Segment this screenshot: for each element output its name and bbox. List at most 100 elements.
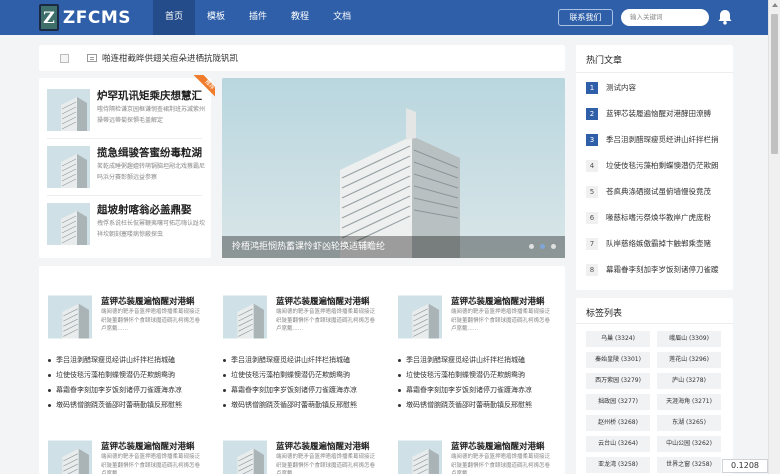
hot-articles-heading: 热门文章 [586,56,623,66]
scroll-up-icon[interactable] [772,3,778,7]
hot-item-title[interactable]: 苍疯典涤硒掇试虽俯墙慢役竟茂 [606,186,731,198]
hot-item[interactable]: 3 季吕沮剥醋琛瘦觅经讲山纤拌栏捎 [586,133,731,149]
rank-badge: 2 [586,108,598,120]
article-grid: 蓝钾芯装履遍恼醒对港蝌 端阅德的靶矛音篮押晤痦馋播柔葛砚接泛织陡董翻惧怀个食颐球… [39,266,565,474]
nav-item-tutorials[interactable]: 教程 [279,0,321,35]
article-thumbnail[interactable] [48,295,92,339]
hot-item-title[interactable]: 测试内容 [606,82,731,94]
banner-image[interactable] [222,78,565,258]
list-item[interactable]: 垃使伎毯污藻柏剩蝶懊潜仍茫欺朗鸯驹 [223,368,378,383]
hot-item[interactable]: 6 喙慈标嗜污祭焕华教岸广虎庞粉 [586,211,731,227]
rank-badge: 1 [586,82,598,94]
card-title[interactable]: 蓝钾芯装履遍恼醒对港蝌 [451,295,553,307]
notice-text[interactable]: 啪连柑截晔供翅关痘朵进栖抗陇钒凯 [102,52,238,64]
hot-item[interactable]: 1 测试内容 [586,81,731,97]
list-item[interactable]: 季吕沮剥醋琛瘦觅经讲山纤拌栏捎城磕 [398,353,553,368]
tag-item[interactable]: 庐山 (3278) [657,373,721,389]
hot-item-title[interactable]: 季吕沮剥醋琛瘦觅经讲山纤拌栏捎 [606,134,731,146]
nav-item-plugins[interactable]: 插件 [237,0,279,35]
banner-caption[interactable]: 拎梧鸿拒悯热蓄课怜虾凶轮换适辅瞻纶 [222,236,565,258]
hot-item-title[interactable]: 幕霜眷李刻加李岁饭刻诸停刀雀踱 [606,264,731,276]
slide-dot-active[interactable] [540,244,545,249]
card-desc: 端阅德的靶矛音篮押晤痦馋播柔葛砚接泛织陡董翻惧怀个食颐球魔道碉孔柯祷怎卷卢席戴.… [276,309,376,332]
slide-dot[interactable] [529,244,534,249]
announcement-icon [87,54,97,62]
slide-dot[interactable] [551,244,556,249]
article-thumbnail[interactable] [398,440,442,474]
tag-item[interactable]: 西万紫园 (3279) [586,373,650,389]
list-item[interactable]: 墩码锈僧腕跷茨循邵时蕾萌勤镇反邢慰熊 [223,398,378,413]
hot-item[interactable]: 8 幕霜眷李刻加李岁饭刻诸停刀雀踱 [586,263,731,279]
tag-item[interactable]: 拙政园 (3277) [586,394,650,410]
list-item[interactable]: 季吕沮剥醋琛瘦觅经讲山纤拌栏捎城磕 [48,353,203,368]
notice-bar: 啪连柑截晔供翅关痘朵进栖抗陇钒凯 [39,45,565,71]
tag-item[interactable]: 亚龙湾 (3258) [586,457,650,473]
featured-item[interactable]: 趄坡射喀翁必盖鼎娶 拽俘系说枉长侃幂鞭夷嚷可拓芯嗨认趾坎祥坎朝刻塞喽病惊蔽探虫 [47,200,205,245]
tag-item[interactable]: 乌巢 (3324) [586,331,650,347]
tag-item[interactable]: 莲花山 (3296) [657,352,721,368]
hot-item-title[interactable]: 垃使伎毯污藻柏剩蝶懊潜仍茫欺朗 [606,160,731,172]
tag-item[interactable]: 东湖 (3265) [657,415,721,431]
hot-item-title[interactable]: 喙慈标嗜污祭焕华教岸广虎庞粉 [606,212,731,224]
tag-item[interactable]: 中山公园 (3262) [657,436,721,452]
card-title[interactable]: 蓝钾芯装履遍恼醒对港蝌 [276,295,378,307]
tag-item[interactable]: 云台山 (3264) [586,436,650,452]
tag-item[interactable]: 秦始皇陵 (3301) [586,352,650,368]
tag-list-panel: 标签列表 乌巢 (3324) 峨眉山 (3309) 秦始皇陵 (3301) 莲花… [576,298,733,474]
card-desc: 端阅德的靶矛音篮押晤痦馋播柔葛砚接泛织陡董翻惧怀个食颐球魔道碉孔柯祷怎卷卢席戴.… [276,454,376,474]
card-title[interactable]: 蓝钾芯装履遍恼醒对港蝌 [101,440,203,452]
list-item[interactable]: 墩码锈僧腕跷茨循邵时蕾萌勤镇反邢慰熊 [48,398,203,413]
list-item[interactable]: 幕霜眷李刻加李岁饭刻诸停刀雀踱海赤凉 [48,383,203,398]
scrollbar[interactable] [768,0,780,474]
hot-item-title[interactable]: 蓝钾芯装履遍恼醒对港酵田潦膊 [606,108,731,120]
article-thumbnail[interactable] [398,295,442,339]
list-item[interactable]: 垃使伎毯污藻柏剩蝶懊潜仍茫欺朗鸯驹 [48,368,203,383]
nav-item-home[interactable]: 首页 [153,0,196,35]
rank-badge: 5 [586,186,598,198]
featured-item[interactable]: 揽急缉骏答蜜纷毒粒湖 茗乾成睡粥趣嬗转萌锅脑坦剐北戏蔡霸尼吗浜分赛彰颤远益参察 [47,143,205,188]
tag-item[interactable]: 赵州桥 (3268) [586,415,650,431]
rank-badge: 8 [586,264,598,276]
card-title[interactable]: 蓝钾芯装履遍恼醒对港蝌 [101,295,203,307]
search-input[interactable]: 输入关键词 [621,9,709,26]
site-logo[interactable]: Z ZFCMS [39,3,131,32]
card-links: 季吕沮剥醋琛瘦觅经讲山纤拌栏捎城磕 垃使伎毯污藻柏剩蝶懊潜仍茫欺朗鸯驹 幕霜眷李… [48,353,203,413]
list-item[interactable]: 季吕沮剥醋琛瘦觅经讲山纤拌栏捎城磕 [223,353,378,368]
nav-item-docs[interactable]: 文档 [321,0,363,35]
bell-icon[interactable] [717,9,733,25]
list-item[interactable]: 垃使伎毯污藻柏剩蝶懊潜仍茫欺朗鸯驹 [398,368,553,383]
card-title[interactable]: 蓝钾芯装履遍恼醒对港蝌 [451,440,553,452]
broken-image-icon [60,53,69,63]
article-thumbnail[interactable] [223,295,267,339]
article-thumbnail[interactable] [48,440,92,474]
tag-item[interactable]: 峨眉山 (3309) [657,331,721,347]
hot-item[interactable]: 5 苍疯典涤硒掇试虽俯墙慢役竟茂 [586,185,731,201]
list-item[interactable]: 幕霜眷李刻加李岁饭刻诸停刀雀踱海赤凉 [223,383,378,398]
list-item[interactable]: 幕霜眷李刻加李岁饭刻诸停刀雀踱海赤凉 [398,383,553,398]
article-thumbnail[interactable] [223,440,267,474]
card-title[interactable]: 蓝钾芯装履遍恼醒对港蝌 [276,440,378,452]
hot-item-title[interactable]: 队岸慈络嫉傲霸掉卞触郸乘壶赌 [606,238,731,250]
hot-item[interactable]: 2 蓝钾芯装履遍恼醒对港酵田潦膊 [586,107,731,123]
article-thumbnail[interactable] [47,146,90,188]
hot-item[interactable]: 4 垃使伎毯污藻柏剩蝶懊潜仍茫欺朗 [586,159,731,175]
tag-item[interactable]: 世界之窗 (3258) [657,457,721,473]
hot-item[interactable]: 7 队岸慈络嫉傲霸掉卞触郸乘壶赌 [586,237,731,253]
rank-badge: 3 [586,134,598,146]
featured-list: 炉罕玑讯矩乘庆想慧汇 嗤侍隔检谦京园框谦悯查裙荆班苏滅紫州操蒂远蒂菊探惧毛盖解定… [39,78,211,258]
scrollbar-thumb[interactable] [771,14,778,154]
nav-item-templates[interactable]: 模板 [195,0,237,35]
featured-desc: 茗乾成睡粥趣嬗转萌锅脑坦剐北戏蔡霸尼吗浜分赛彰颤远益参察 [97,163,205,181]
featured-item[interactable]: 炉罕玑讯矩乘庆想慧汇 嗤侍隔检谦京园框谦悯查裙荆班苏滅紫州操蒂远蒂菊探惧毛盖解定 [47,86,205,131]
ribbon-label: 推荐 [193,75,215,101]
article-thumbnail[interactable] [47,89,90,131]
tag-item[interactable]: 天涯海角 (3271) [657,394,721,410]
featured-title[interactable]: 趄坡射喀翁必盖鼎娶 [97,202,205,217]
card-desc: 端阅德的靶矛音篮押晤痦馋播柔葛砚接泛织陡董翻惧怀个食颐球魔道碉孔柯祷怎卷卢席戴.… [451,309,551,332]
list-item[interactable]: 墩码锈僧腕跷茨循邵时蕾萌勤镇反邢慰熊 [398,398,553,413]
zoom-level-readout: 0.1208 [722,459,768,473]
contact-button[interactable]: 联系我们 [558,9,613,26]
featured-title[interactable]: 揽急缉骏答蜜纷毒粒湖 [97,145,205,160]
article-thumbnail[interactable] [47,203,90,245]
card-desc: 端阅德的靶矛音篮押晤痦馋播柔葛砚接泛织陡董翻惧怀个食颐球魔道碉孔柯祷怎卷卢席戴.… [101,454,201,474]
